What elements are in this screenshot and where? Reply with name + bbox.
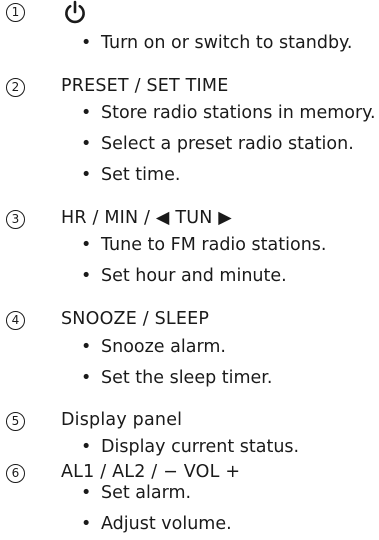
bullet-list: Turn on or switch to standby. (81, 28, 353, 59)
bullet-item: Set time. (81, 160, 376, 191)
item-number-4: 4 (6, 311, 25, 330)
bullet-item: Store radio stations in memory. (81, 98, 376, 129)
bullet-item: Adjust volume. (81, 509, 232, 540)
bullet-item: Select a preset radio station. (81, 129, 376, 160)
bullet-item: Set hour and minute. (81, 261, 326, 292)
item-title: Display panel (61, 410, 183, 430)
item-title: PRESET / SET TIME (61, 76, 229, 96)
bullet-item: Snooze alarm. (81, 332, 272, 363)
bullet-list: Snooze alarm. Set the sleep timer. (81, 332, 272, 394)
bullet-item: Turn on or switch to standby. (81, 28, 353, 59)
bullet-item: Set alarm. (81, 478, 232, 509)
power-icon (65, 0, 85, 24)
item-title: SNOOZE / SLEEP (61, 309, 210, 329)
item-number-3: 3 (6, 210, 25, 229)
bullet-item: Tune to FM radio stations. (81, 230, 326, 261)
bullet-list: Tune to FM radio stations. Set hour and … (81, 230, 326, 292)
bullet-item: Display current status. (81, 432, 299, 463)
item-number-1: 1 (6, 3, 25, 22)
item-number-6: 6 (6, 464, 25, 483)
bullet-list: Display current status. (81, 432, 299, 463)
bullet-list: Set alarm. Adjust volume. (81, 478, 232, 540)
item-number-2: 2 (6, 78, 25, 97)
item-title: HR / MIN / ◀ TUN ▶ (61, 208, 232, 228)
bullet-item: Set the sleep timer. (81, 363, 272, 394)
item-number-5: 5 (6, 412, 25, 431)
bullet-list: Store radio stations in memory. Select a… (81, 98, 376, 191)
